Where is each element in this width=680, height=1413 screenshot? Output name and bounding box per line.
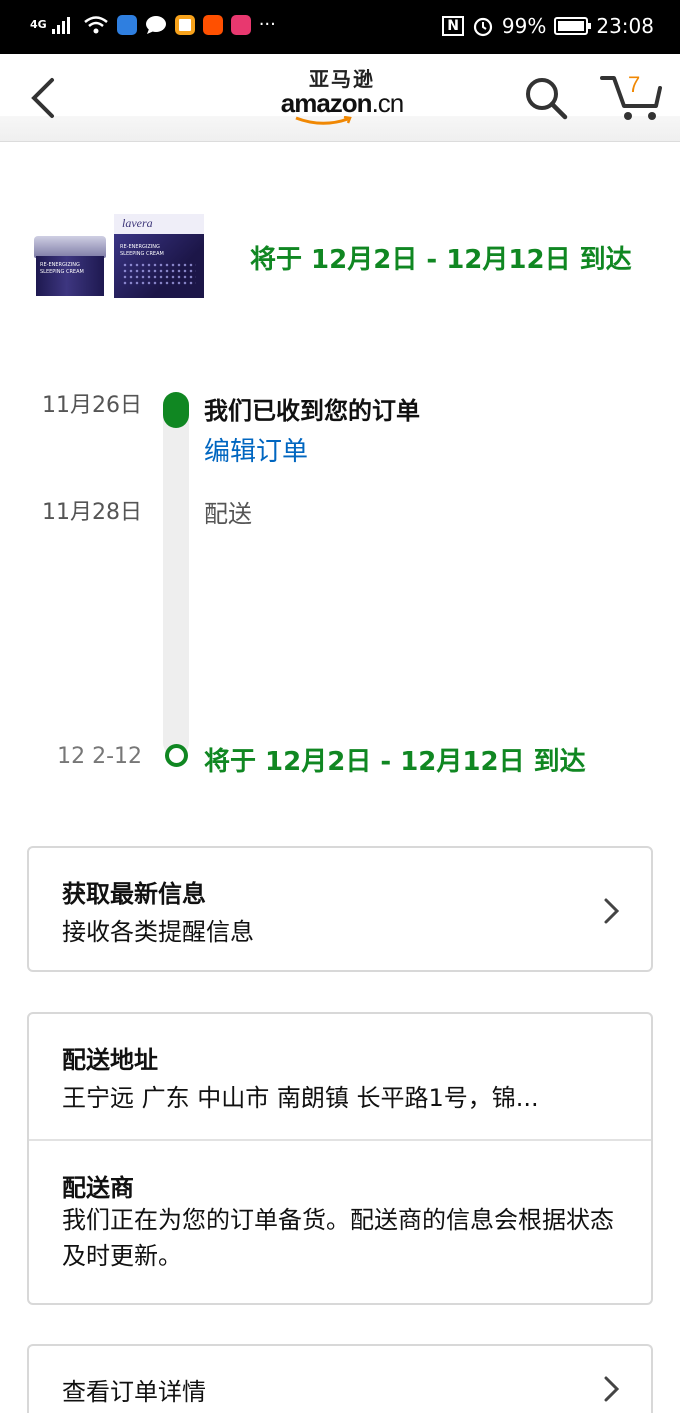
timeline-date-2: 11月28日 [42, 500, 142, 525]
amazon-logo[interactable]: 亚马逊 amazon.cn [280, 68, 404, 128]
chat-icon [145, 15, 166, 34]
clock: 23:08 [596, 14, 654, 38]
card-divider [29, 1139, 651, 1141]
timeline-end-marker [165, 744, 188, 767]
carrier-text: 我们正在为您的订单备货。配送商的信息会根据状态及时更新。 [62, 1206, 614, 1270]
back-button[interactable] [24, 76, 64, 120]
nfc-icon: N [442, 16, 464, 36]
logo-word: amazon [280, 88, 373, 118]
chevron-right-icon [604, 1376, 620, 1402]
network-type: 4G [30, 18, 47, 31]
logo-chinese: 亚马逊 [309, 67, 375, 91]
timeline-event-2: 配送 [204, 500, 252, 528]
battery-percent: 99% [501, 14, 547, 38]
address-text: 王宁远 广东 中山市 南朗镇 长平路1号，锦... [62, 1084, 539, 1112]
address-title: 配送地址 [62, 1046, 158, 1074]
taobao-app-icon [202, 14, 223, 35]
product-brand: lavera [122, 216, 153, 230]
status-bar-right: N 99% 23:08 [442, 14, 654, 38]
cart-button[interactable]: 7 [600, 70, 664, 122]
logo-suffix: .cn [371, 88, 405, 118]
view-order-details-card[interactable]: 查看订单详情 [27, 1344, 653, 1413]
signal-icon [51, 16, 70, 34]
alarm-icon [473, 17, 493, 37]
jar-label: RE-ENERGIZING SLEEPING CREAM [40, 262, 84, 275]
wifi-icon [83, 15, 108, 33]
cart-count: 7 [628, 72, 641, 97]
more-notifications: ··· [258, 14, 276, 35]
order-details-label: 查看订单详情 [62, 1378, 206, 1406]
timeline-date-1: 11月26日 [42, 393, 142, 418]
search-icon [526, 78, 568, 120]
timeline-progress [163, 392, 189, 428]
product-jar-image: RE-ENERGIZING SLEEPING CREAM [34, 236, 106, 298]
flame-app-icon [174, 14, 195, 35]
battery-icon [554, 17, 592, 35]
chevron-left-icon [31, 78, 54, 118]
updates-subtitle: 接收各类提醒信息 [62, 918, 254, 946]
edit-order-link[interactable]: 编辑订单 [204, 431, 308, 468]
updates-title: 获取最新信息 [62, 880, 206, 908]
status-bar: 4G ··· N 99% 23:08 [0, 0, 680, 54]
search-button[interactable] [524, 76, 568, 120]
timeline-track [163, 392, 189, 756]
carrier-title: 配送商 [62, 1174, 134, 1202]
timeline-date-3: 12 2-12 [57, 744, 142, 769]
logo-english: amazon.cn [280, 90, 404, 116]
box-label: RE-ENERGIZING SLEEPING CREAM [120, 244, 164, 257]
smile-arrow-icon [295, 116, 352, 125]
status-bar-left: 4G ··· [30, 14, 276, 35]
get-updates-card[interactable]: 获取最新信息 接收各类提醒信息 [27, 846, 653, 972]
delivery-info-card: 配送地址 王宁远 广东 中山市 南朗镇 长平路1号，锦... 配送商 我们正在为… [27, 1012, 653, 1305]
product-images[interactable]: RE-ENERGIZING SLEEPING CREAM lavera RE-E… [34, 212, 206, 304]
shield-app-icon [116, 14, 137, 35]
arrival-estimate: 将于 12月2日 - 12月12日 到达 [250, 245, 632, 275]
timeline-event-3: 将于 12月2日 - 12月12日 到达 [204, 747, 586, 777]
timeline-event-1: 我们已收到您的订单 [204, 397, 420, 425]
chevron-right-icon [604, 898, 620, 924]
camera-app-icon [230, 14, 251, 35]
app-header: 亚马逊 amazon.cn 7 [0, 54, 680, 125]
product-box-image: lavera RE-ENERGIZING SLEEPING CREAM [114, 214, 204, 298]
